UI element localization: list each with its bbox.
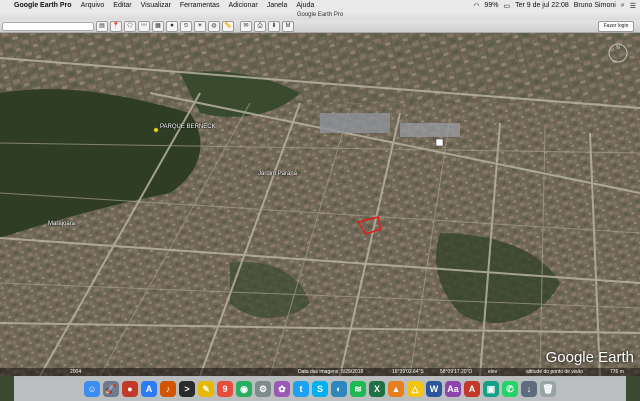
status-longitude: 58°09'17.20"O: [440, 369, 473, 375]
window-title: Google Earth Pro: [296, 12, 344, 18]
status-altitude-label: altitude do ponto de visão: [526, 369, 583, 375]
status-year: 2004: [70, 369, 82, 375]
overlay-icon[interactable]: ▦: [152, 21, 164, 32]
battery-percent: 99%: [484, 2, 499, 9]
menu-janela[interactable]: Janela: [267, 2, 288, 9]
excel-icon[interactable]: X: [369, 381, 385, 397]
battery-icon[interactable]: ▭: [503, 2, 510, 10]
terminal-icon[interactable]: >: [179, 381, 195, 397]
wifi-icon[interactable]: ◠: [473, 2, 479, 10]
menu-app-name[interactable]: Google Earth Pro: [14, 2, 72, 9]
music-icon[interactable]: ♪: [160, 381, 176, 397]
status-elevation-label: elev: [488, 369, 498, 375]
chrome-icon[interactable]: ◉: [236, 381, 252, 397]
word-icon[interactable]: W: [426, 381, 442, 397]
menubar-user[interactable]: Bruno Simoni: [574, 2, 616, 9]
acrobat-icon[interactable]: A: [464, 381, 480, 397]
vlc-icon[interactable]: ▲: [388, 381, 404, 397]
status-imagery-date: Data das imagens: 5/29/2018: [298, 369, 364, 375]
spotify-icon[interactable]: ≋: [350, 381, 366, 397]
dictionary-icon[interactable]: Aa: [445, 381, 461, 397]
google-maps-icon[interactable]: M: [282, 21, 294, 32]
polygon-icon[interactable]: ⬠: [124, 21, 136, 32]
search-input[interactable]: [2, 22, 94, 31]
photo-booth-icon[interactable]: ●: [122, 381, 138, 397]
save-image-icon[interactable]: ⬇: [268, 21, 280, 32]
google-drive-icon[interactable]: △: [407, 381, 423, 397]
label-parque-berneck[interactable]: PARQUE BERNECK: [160, 124, 216, 130]
svg-text:N: N: [616, 45, 620, 51]
tour-icon[interactable]: ⏺: [166, 21, 178, 32]
email-icon[interactable]: ✉: [240, 21, 252, 32]
menubar-datetime[interactable]: Ter 9 de jul 22:08: [515, 2, 569, 9]
historical-imagery-icon[interactable]: ⏲: [180, 21, 192, 32]
macos-dock: ☺ 🚀 ● A ♪ > ✎ 9 ◉ ⚙ ✿ t S ◐ ≋ X ▲ △ W Aa A ▣ ✆ ↓ 🗑: [14, 376, 626, 401]
menubar-status-area: ◠ 99% ▭ Ter 9 de jul 22:08 Bruno Simoni …: [473, 0, 636, 11]
menu-arquivo[interactable]: Arquivo: [81, 2, 105, 9]
sidebar-toggle-icon[interactable]: ▤: [96, 21, 108, 32]
menu-ferramentas[interactable]: Ferramentas: [180, 2, 220, 9]
google-earth-icon[interactable]: ◐: [331, 381, 347, 397]
menu-visualizar[interactable]: Visualizar: [141, 2, 171, 9]
path-icon[interactable]: 〰: [138, 21, 150, 32]
map-statusbar: 2004 Data das imagens: 5/29/2018 16°39'0…: [0, 368, 640, 376]
google-earth-logo: Google Earth: [545, 349, 634, 366]
planet-icon[interactable]: ◍: [208, 21, 220, 32]
twitter-icon[interactable]: t: [293, 381, 309, 397]
login-button[interactable]: Fazer login: [598, 21, 634, 32]
trash-icon[interactable]: 🗑: [540, 381, 556, 397]
status-latitude: 16°39'02.64"S: [392, 369, 424, 375]
label-marajoara[interactable]: Marajoara: [48, 221, 75, 227]
calendar-icon[interactable]: 9: [217, 381, 233, 397]
menu-adicionar[interactable]: Adicionar: [229, 2, 258, 9]
spotlight-icon[interactable]: ⌕: [621, 2, 625, 10]
finder-icon[interactable]: ☺: [84, 381, 100, 397]
launchpad-icon[interactable]: 🚀: [103, 381, 119, 397]
label-jardim-parana[interactable]: Jardim Paraná: [258, 171, 297, 177]
satellite-imagery: N: [0, 33, 640, 376]
photos-icon[interactable]: ✿: [274, 381, 290, 397]
menu-editar[interactable]: Editar: [113, 2, 131, 9]
sun-icon[interactable]: ☀: [194, 21, 206, 32]
earth-3d-view[interactable]: N PARQUE BERNECK Jardim Paraná Marajoara…: [0, 33, 640, 376]
downloads-icon[interactable]: ↓: [521, 381, 537, 397]
app-store-icon[interactable]: A: [141, 381, 157, 397]
road-marker-icon: [435, 138, 444, 147]
settings-icon[interactable]: ⚙: [255, 381, 271, 397]
notes-icon[interactable]: ✎: [198, 381, 214, 397]
ruler-icon[interactable]: 📏: [222, 21, 234, 32]
notification-center-icon[interactable]: ☰: [630, 2, 636, 10]
google-earth-toolbar: ▤ 📍 ⬠ 〰 ▦ ⏺ ⏲ ☀ ◍ 📏 ✉ ⎙ ⬇ M Fazer login: [0, 20, 640, 33]
status-altitude: 776 m: [610, 369, 624, 375]
print-icon[interactable]: ⎙: [254, 21, 266, 32]
preview-icon[interactable]: ▣: [483, 381, 499, 397]
placemark-icon[interactable]: 📍: [110, 21, 122, 32]
whatsapp-icon[interactable]: ✆: [502, 381, 518, 397]
yellow-pushpin-icon: [153, 127, 159, 133]
window-titlebar: Google Earth Pro: [0, 11, 640, 20]
skype-icon[interactable]: S: [312, 381, 328, 397]
menu-ajuda[interactable]: Ajuda: [296, 2, 314, 9]
